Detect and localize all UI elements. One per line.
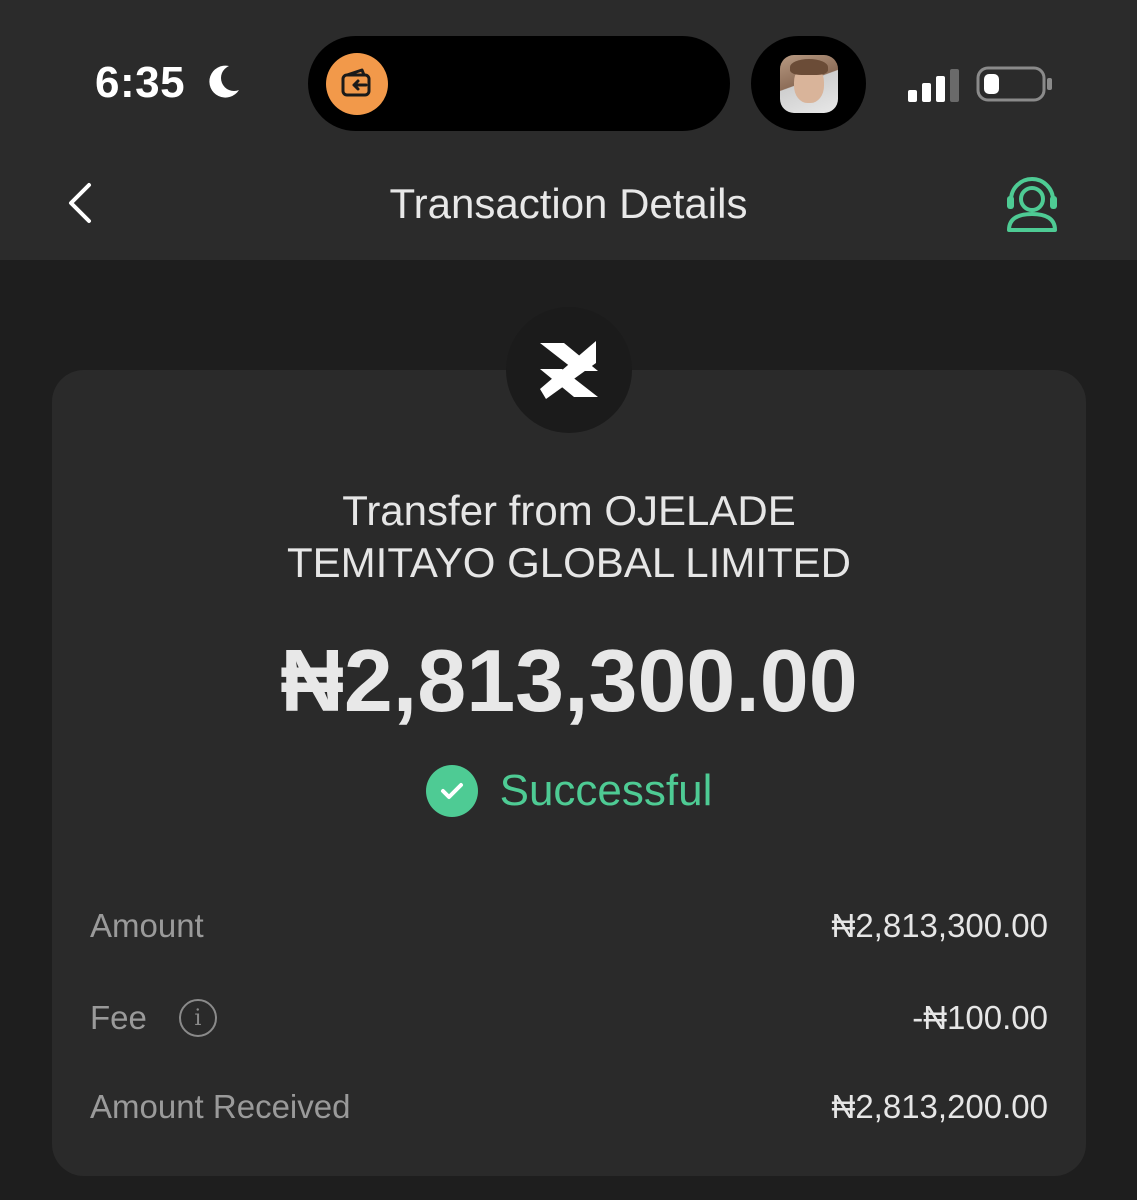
moniepoint-x-logo-icon <box>540 341 598 399</box>
detail-value: ₦2,813,200.00 <box>831 1088 1048 1125</box>
status-text: Successful <box>499 766 713 815</box>
cellular-signal-icon <box>908 69 959 102</box>
status-bar: 6:35 <box>0 0 1137 150</box>
detail-label: Amount Received <box>90 1088 351 1125</box>
detail-row-fee: Fee i -₦100.00 <box>90 988 1048 1048</box>
detail-value: -₦100.00 <box>912 999 1048 1036</box>
detail-label: Amount <box>90 907 204 944</box>
detail-row-amount: Amount ₦2,813,300.00 <box>90 896 1048 956</box>
bank-logo <box>506 307 632 433</box>
page-title: Transaction Details <box>389 180 748 227</box>
dynamic-island[interactable] <box>308 36 730 131</box>
check-circle-icon <box>425 765 478 817</box>
avatar <box>780 55 838 113</box>
status-time: 6:35 <box>95 58 186 107</box>
headset-support-icon[interactable] <box>1003 172 1061 234</box>
detail-row-amount-received: Amount Received ₦2,813,200.00 <box>90 1077 1048 1137</box>
info-icon[interactable]: i <box>178 999 217 1037</box>
wallet-transfer-icon[interactable] <box>326 53 388 115</box>
transaction-amount: ₦2,813,300.00 <box>280 631 858 730</box>
moon-icon <box>209 65 239 98</box>
detail-label: Fee <box>90 999 147 1036</box>
navigation-bar: Transaction Details <box>0 150 1137 260</box>
detail-value: ₦2,813,300.00 <box>831 907 1048 944</box>
transaction-status: Successful <box>52 765 1086 817</box>
dynamic-island-avatar-pill[interactable] <box>751 36 866 131</box>
battery-icon <box>976 66 1052 102</box>
detail-label-group: Fee i <box>90 999 217 1037</box>
transaction-title: Transfer from OJELADE TEMITAYO GLOBAL LI… <box>287 487 851 586</box>
